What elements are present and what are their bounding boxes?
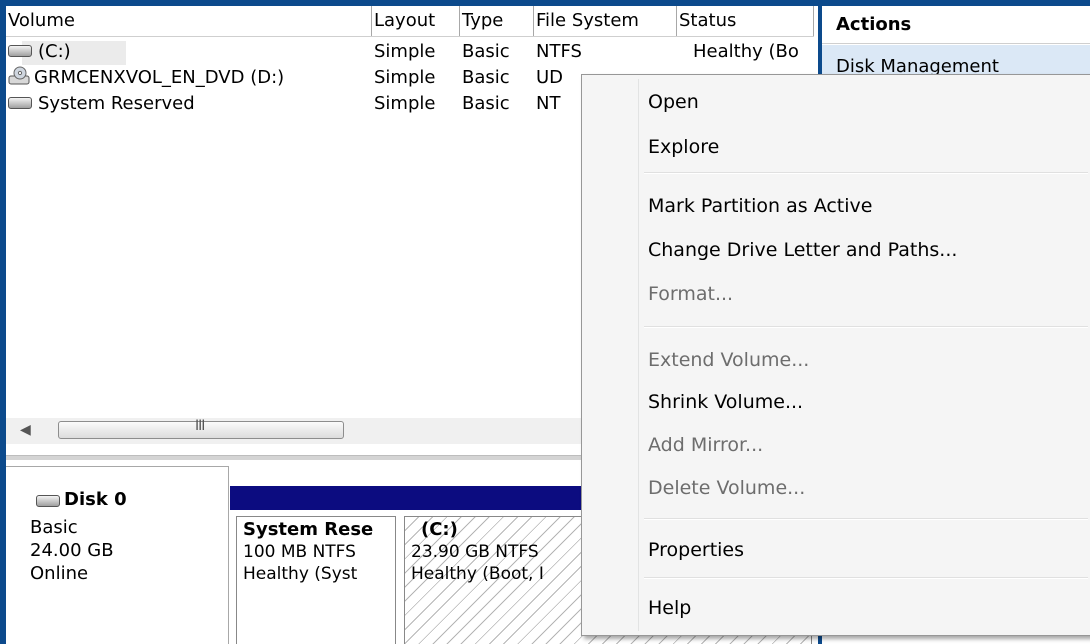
menu-item-help[interactable]: Help	[648, 591, 691, 625]
scrollbar-thumb[interactable]: III	[58, 418, 344, 439]
volume-name: (C:)	[38, 41, 71, 62]
actions-title: Actions	[822, 6, 1090, 44]
column-header-status[interactable]: Status	[677, 6, 814, 36]
partition-name: System Rese	[243, 519, 374, 540]
volume-type: Basic	[462, 41, 510, 62]
scrollbar-grip: III	[195, 418, 205, 434]
volume-layout: Simple	[374, 67, 436, 88]
disk-info-panel[interactable]: Disk 0 Basic 24.00 GB Online	[6, 466, 229, 644]
column-header-volume[interactable]: Volume	[6, 6, 372, 36]
menu-item-open[interactable]: Open	[648, 85, 699, 119]
disk-state: Online	[30, 563, 89, 584]
disk-size: 24.00 GB	[30, 540, 114, 561]
volume-layout: Simple	[374, 41, 436, 62]
menu-item-extend-volume[interactable]: Extend Volume...	[648, 343, 809, 377]
volume-file-system: NT	[536, 93, 561, 114]
menu-item-properties[interactable]: Properties	[648, 533, 744, 567]
volume-type: Basic	[462, 93, 510, 114]
menu-separator	[644, 577, 1088, 579]
menu-separator	[644, 326, 1088, 328]
hard-drive-icon	[8, 45, 32, 57]
menu-item-format[interactable]: Format...	[648, 277, 733, 311]
menu-item-add-mirror[interactable]: Add Mirror...	[648, 428, 763, 462]
menu-item-shrink-volume[interactable]: Shrink Volume...	[648, 385, 803, 419]
partition-status: Healthy (Syst	[243, 564, 358, 584]
disk-icon	[36, 495, 60, 507]
volume-name: GRMCENXVOL_EN_DVD (D:)	[34, 67, 285, 88]
actions-disk-management[interactable]: Disk Management	[822, 45, 1090, 75]
volume-name: System Reserved	[38, 93, 195, 114]
partition-system-reserved[interactable]: System Rese 100 MB NTFS Healthy (Syst	[230, 486, 398, 644]
dvd-drive-icon	[8, 66, 30, 85]
scroll-left-arrow-icon[interactable]: ◀	[20, 422, 31, 438]
context-menu: Open Explore Mark Partition as Active Ch…	[581, 74, 1090, 636]
column-header-row: Volume Layout Type File System Status	[6, 6, 814, 37]
column-header-type[interactable]: Type	[460, 6, 534, 36]
disk-management-window: Volume Layout Type File System Status (C…	[0, 0, 1090, 644]
volume-file-system: UD	[536, 67, 564, 88]
disk-type: Basic	[30, 517, 78, 538]
volume-layout: Simple	[374, 93, 436, 114]
menu-gutter	[638, 79, 639, 631]
volume-file-system: NTFS	[536, 41, 582, 62]
hard-drive-icon	[8, 97, 32, 109]
volume-type: Basic	[462, 67, 510, 88]
partition-body: System Rese 100 MB NTFS Healthy (Syst	[236, 516, 396, 644]
menu-separator	[644, 518, 1088, 520]
menu-item-change-drive-letter[interactable]: Change Drive Letter and Paths...	[648, 233, 957, 267]
menu-item-explore[interactable]: Explore	[648, 130, 719, 164]
partition-bar	[230, 486, 398, 510]
column-header-layout[interactable]: Layout	[372, 6, 460, 36]
menu-item-delete-volume[interactable]: Delete Volume...	[648, 471, 805, 505]
partition-detail: 100 MB NTFS	[243, 542, 356, 562]
volume-row[interactable]: (C:) Simple Basic NTFS Healthy (Bo	[6, 39, 814, 65]
volume-status: Healthy (Bo	[693, 41, 799, 62]
menu-separator	[644, 172, 1088, 174]
column-header-file-system[interactable]: File System	[534, 6, 677, 36]
menu-item-mark-partition-active[interactable]: Mark Partition as Active	[648, 189, 872, 223]
disk-title: Disk 0	[64, 489, 127, 510]
